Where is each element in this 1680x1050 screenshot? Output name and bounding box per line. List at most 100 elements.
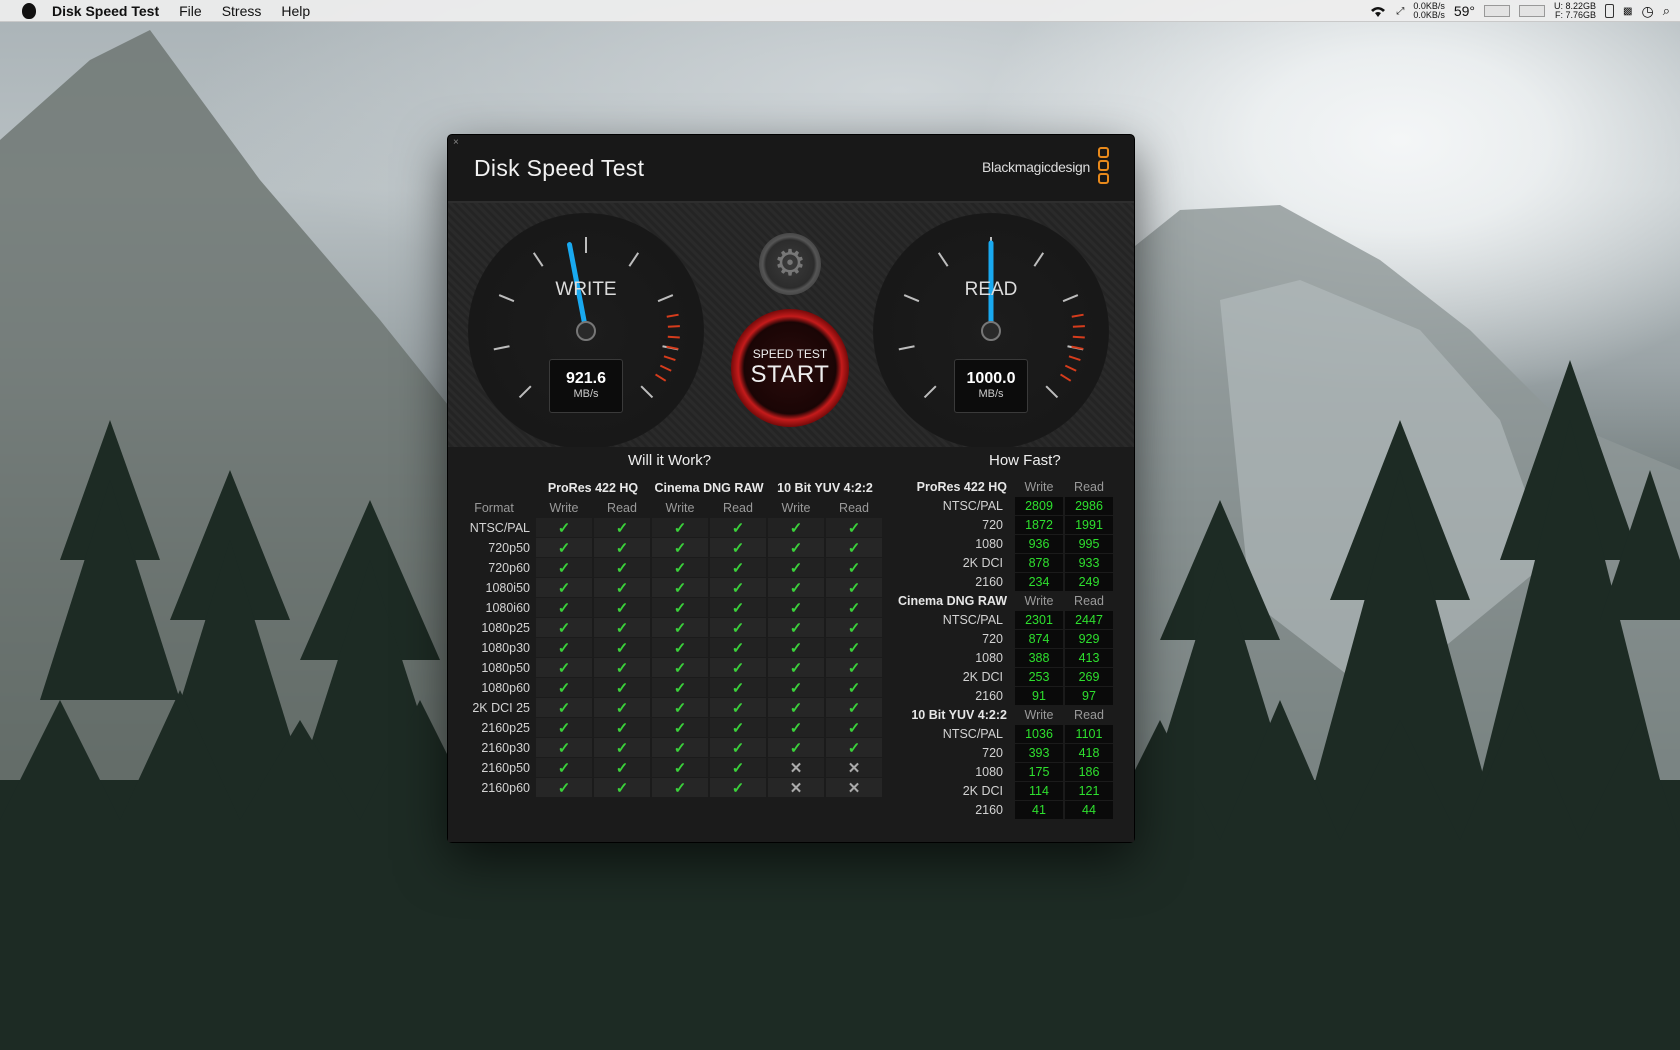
format-label: NTSC/PAL bbox=[469, 520, 530, 535]
read-header: Read bbox=[1074, 480, 1104, 494]
search-icon[interactable]: ⌕ bbox=[1663, 3, 1670, 19]
resolution-label: 2K DCI bbox=[962, 784, 1003, 798]
write-gauge: WRITE 921.6 MB/s bbox=[468, 213, 704, 449]
menu-help[interactable]: Help bbox=[281, 3, 310, 19]
gauge-tick bbox=[518, 385, 532, 399]
write-fps: 234 bbox=[1015, 573, 1063, 591]
gauge-redline-tick bbox=[667, 335, 680, 339]
result-pass: ✓ bbox=[536, 778, 592, 797]
gauge-tick bbox=[532, 252, 544, 267]
check-icon: ✓ bbox=[673, 779, 687, 797]
read-fps: 413 bbox=[1065, 649, 1113, 667]
result-pass: ✓ bbox=[536, 578, 592, 597]
disk-free: F: 7.76GB bbox=[1555, 10, 1597, 20]
table-row: 720p60 ✓ ✓ ✓ ✓ ✓ ✓ bbox=[458, 558, 882, 577]
start-caption: SPEED TEST bbox=[752, 347, 828, 361]
write-fps: 91 bbox=[1015, 687, 1063, 705]
temperature[interactable]: 59° bbox=[1454, 3, 1475, 19]
result-pass: ✓ bbox=[536, 698, 592, 717]
check-icon: ✓ bbox=[731, 599, 745, 617]
result-pass: ✓ bbox=[652, 738, 708, 757]
resolution-label: 2K DCI bbox=[962, 670, 1003, 684]
result-pass: ✓ bbox=[652, 518, 708, 537]
result-pass: ✓ bbox=[594, 778, 650, 797]
read-header: Read bbox=[723, 500, 753, 515]
how-fast-rows: ProRes 422 HQ Write Read NTSC/PAL 2809 2986 72… bbox=[893, 478, 1113, 819]
result-pass: ✓ bbox=[652, 578, 708, 597]
check-icon: ✓ bbox=[731, 739, 745, 757]
menu-stress[interactable]: Stress bbox=[222, 3, 262, 19]
result-pass: ✓ bbox=[536, 538, 592, 557]
menu-file[interactable]: File bbox=[179, 3, 202, 19]
read-fps: 97 bbox=[1065, 687, 1113, 705]
check-icon: ✓ bbox=[615, 719, 629, 737]
read-readout: 1000.0 MB/s bbox=[954, 359, 1028, 413]
write-fps: 874 bbox=[1015, 630, 1063, 648]
check-icon: ✓ bbox=[615, 659, 629, 677]
disk-monitor[interactable]: U: 8.22GB F: 7.76GB bbox=[1554, 2, 1596, 20]
result-pass: ✓ bbox=[768, 698, 824, 717]
table-row: 2160p30 ✓ ✓ ✓ ✓ ✓ ✓ bbox=[458, 738, 882, 757]
close-icon[interactable]: × bbox=[453, 138, 463, 148]
read-fps: 186 bbox=[1065, 763, 1113, 781]
result-pass: ✓ bbox=[652, 598, 708, 617]
result-pass: ✓ bbox=[652, 678, 708, 697]
resolution-label: 1080 bbox=[975, 537, 1003, 551]
wifi-icon[interactable] bbox=[1369, 4, 1387, 18]
check-icon: ✓ bbox=[731, 779, 745, 797]
result-pass: ✓ bbox=[594, 618, 650, 637]
codec-header: 10 Bit YUV 4:2:2 bbox=[777, 480, 873, 495]
result-pass: ✓ bbox=[768, 558, 824, 577]
result-pass: ✓ bbox=[594, 678, 650, 697]
bookmark-icon[interactable]: ▩ bbox=[1623, 6, 1632, 17]
table-row: 1080 175 186 bbox=[893, 763, 1113, 781]
menu-app-name[interactable]: Disk Speed Test bbox=[52, 3, 159, 19]
check-icon: ✓ bbox=[673, 659, 687, 677]
write-header: Write bbox=[1024, 594, 1054, 608]
table-row: 2K DCI 253 269 bbox=[893, 668, 1113, 686]
check-icon: ✓ bbox=[789, 539, 803, 557]
check-icon: ✓ bbox=[731, 539, 745, 557]
gauge-redline-tick bbox=[655, 373, 667, 382]
write-fps: 253 bbox=[1015, 668, 1063, 686]
gauge-tick bbox=[628, 252, 640, 267]
check-icon: ✓ bbox=[673, 639, 687, 657]
network-monitor[interactable]: 0.0KB/s 0.0KB/s bbox=[1413, 2, 1445, 20]
settings-gear-button[interactable]: ⚙ bbox=[759, 233, 821, 295]
result-pass: ✓ bbox=[594, 538, 650, 557]
check-icon: ✓ bbox=[557, 719, 571, 737]
table-row: 1080 388 413 bbox=[893, 649, 1113, 667]
read-fps: 121 bbox=[1065, 782, 1113, 800]
result-pass: ✓ bbox=[652, 698, 708, 717]
gauge-tick bbox=[937, 252, 949, 267]
read-header: Read bbox=[1074, 594, 1104, 608]
group-header-row: 10 Bit YUV 4:2:2 Write Read bbox=[893, 706, 1113, 724]
check-icon: ✓ bbox=[615, 579, 629, 597]
read-gauge: READ 1000.0 MB/s bbox=[873, 213, 1109, 449]
arrows-icon[interactable]: ⤢ bbox=[1396, 6, 1404, 17]
result-pass: ✓ bbox=[710, 578, 766, 597]
format-label: 2160p25 bbox=[481, 720, 530, 735]
memory-graph[interactable] bbox=[1519, 5, 1546, 17]
cpu-graph[interactable] bbox=[1484, 5, 1511, 17]
check-icon: ✓ bbox=[789, 679, 803, 697]
check-icon: ✓ bbox=[673, 579, 687, 597]
clock-icon[interactable]: ◷ bbox=[1642, 3, 1654, 20]
table-row: 1080 936 995 bbox=[893, 535, 1113, 553]
table-row: 2160p60 ✓ ✓ ✓ ✓ ✕ ✕ bbox=[458, 778, 882, 797]
read-header: Read bbox=[607, 500, 637, 515]
net-down: 0.0KB/s bbox=[1413, 10, 1445, 20]
check-icon: ✓ bbox=[789, 699, 803, 717]
check-icon: ✓ bbox=[847, 699, 861, 717]
result-pass: ✓ bbox=[652, 658, 708, 677]
result-pass: ✓ bbox=[826, 518, 882, 537]
apple-menu-icon[interactable] bbox=[22, 2, 36, 19]
gauge-tick bbox=[493, 345, 510, 351]
start-button[interactable]: SPEED TEST START bbox=[731, 309, 849, 427]
result-pass: ✓ bbox=[826, 658, 882, 677]
table-row: 2160p25 ✓ ✓ ✓ ✓ ✓ ✓ bbox=[458, 718, 882, 737]
result-fail: ✕ bbox=[768, 758, 824, 777]
battery-icon[interactable] bbox=[1605, 4, 1615, 18]
check-icon: ✓ bbox=[557, 639, 571, 657]
group-name: ProRes 422 HQ bbox=[916, 480, 1007, 494]
